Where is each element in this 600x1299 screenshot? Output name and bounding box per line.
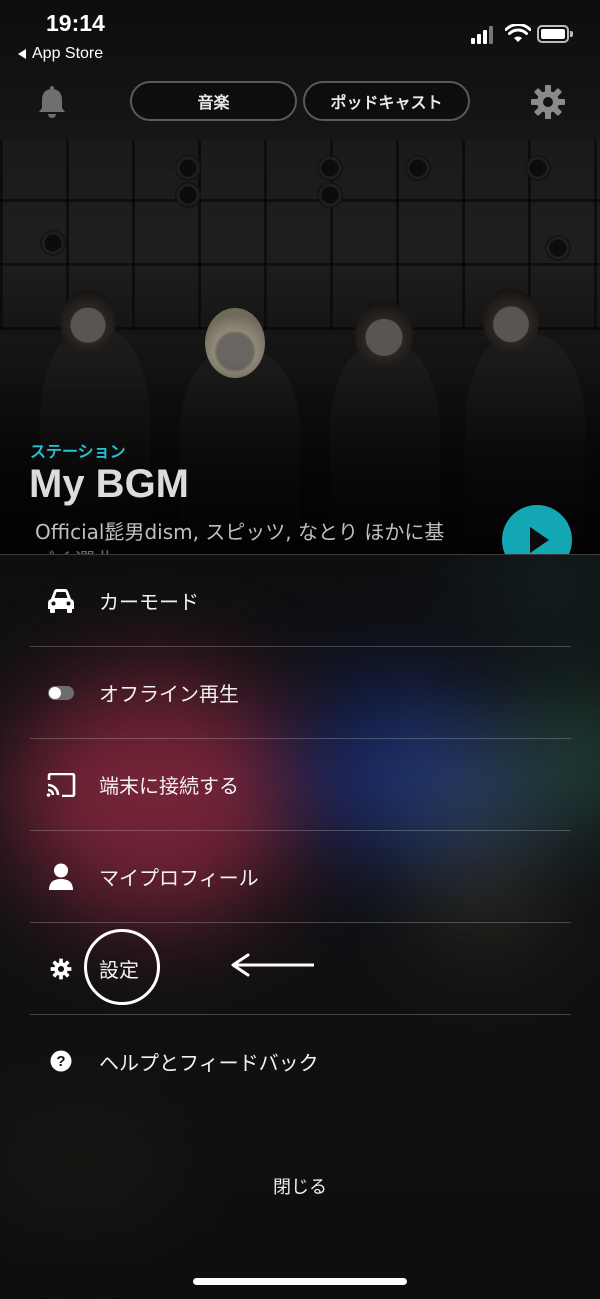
menu-item-label: カーモード [99, 590, 199, 614]
arrow-left-icon [231, 953, 314, 977]
cast-icon [46, 770, 76, 800]
menu-item-my-profile[interactable]: マイプロフィール [30, 831, 571, 923]
gear-icon [46, 954, 76, 984]
station-kicker: ステーション [30, 442, 126, 461]
tab-podcast[interactable]: ポッドキャスト [303, 81, 470, 121]
home-indicator[interactable] [193, 1278, 407, 1285]
station-description-line2: づく選曲 [35, 546, 475, 554]
battery-icon [537, 25, 573, 43]
car-icon [46, 586, 76, 616]
options-sheet: カーモード オフライン再生 端末に接続する マイプロフィール 設定 ? ヘルプと… [0, 554, 600, 1299]
cellular-signal-icon [471, 26, 497, 44]
wifi-icon [505, 24, 531, 42]
svg-text:?: ? [56, 1053, 65, 1070]
menu-item-label: オフライン再生 [99, 682, 239, 706]
menu-item-connect-device[interactable]: 端末に接続する [30, 739, 571, 831]
station-description: Official髭男dism, スピッツ, なとり ほかに基 づく選曲 [35, 518, 475, 554]
bell-icon[interactable] [36, 86, 68, 120]
person-icon [46, 862, 76, 892]
menu-item-settings[interactable]: 設定 [30, 923, 571, 1015]
gear-icon[interactable] [530, 84, 566, 120]
menu-item-label: 端末に接続する [99, 774, 239, 798]
help-icon: ? [46, 1046, 76, 1076]
menu-item-offline-playback[interactable]: オフライン再生 [30, 647, 571, 739]
tab-music[interactable]: 音楽 [130, 81, 297, 121]
options-menu: カーモード オフライン再生 端末に接続する マイプロフィール 設定 ? ヘルプと… [30, 555, 571, 1107]
menu-item-car-mode[interactable]: カーモード [30, 555, 571, 647]
status-time: 19:14 [46, 10, 105, 36]
close-button[interactable]: 閉じる [0, 1173, 600, 1199]
back-label: App Store [32, 45, 104, 62]
highlight-circle [84, 929, 160, 1005]
menu-item-help-feedback[interactable]: ? ヘルプとフィードバック [30, 1015, 571, 1107]
back-to-app-store-link[interactable]: App Store [18, 45, 103, 63]
menu-item-label: マイプロフィール [99, 866, 259, 890]
toggle-icon [46, 678, 76, 708]
station-title[interactable]: My BGM [29, 462, 189, 507]
station-description-line1: Official髭男dism, スピッツ, なとり ほかに基 [35, 520, 445, 544]
menu-item-label: ヘルプとフィードバック [99, 1050, 319, 1075]
back-arrow-icon [18, 49, 26, 59]
